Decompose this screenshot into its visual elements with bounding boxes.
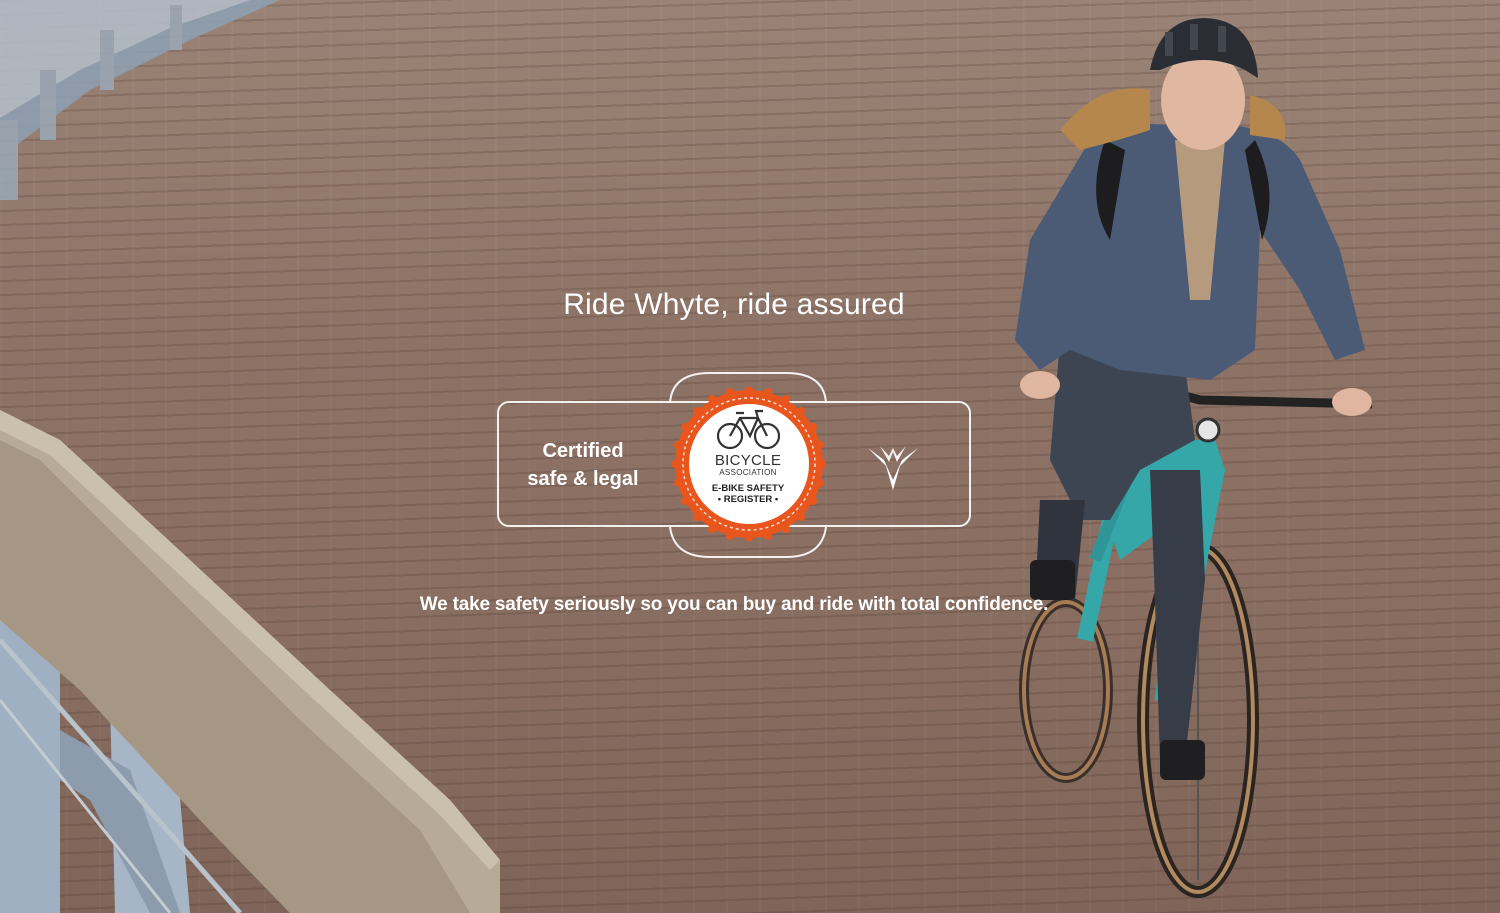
badge-register-line-1: E-BIKE SAFETY: [711, 483, 785, 494]
whyte-logo-icon: [868, 446, 918, 490]
certified-line-2: safe & legal: [527, 468, 639, 490]
certified-label: Certified safe & legal: [508, 437, 658, 493]
wooden-handrail: [0, 410, 500, 913]
hero-tagline: We take safety seriously so you can buy …: [419, 594, 1049, 615]
badge-title: BICYCLE: [714, 452, 782, 469]
certified-line-1: Certified: [542, 440, 624, 462]
badge-text: BICYCLE ASSOCIATION E-BIKE SAFETY • REGI…: [686, 453, 810, 505]
badge-register-line-2: • REGISTER •: [717, 494, 779, 505]
hero-headline: Ride Whyte, ride assured: [563, 288, 905, 321]
top-left-railing: [0, 0, 280, 200]
badge-subtitle: ASSOCIATION: [719, 468, 777, 477]
hero-banner: Ride Whyte, ride assured Certified safe …: [0, 0, 1500, 913]
cyclist-photo: [1015, 18, 1373, 898]
